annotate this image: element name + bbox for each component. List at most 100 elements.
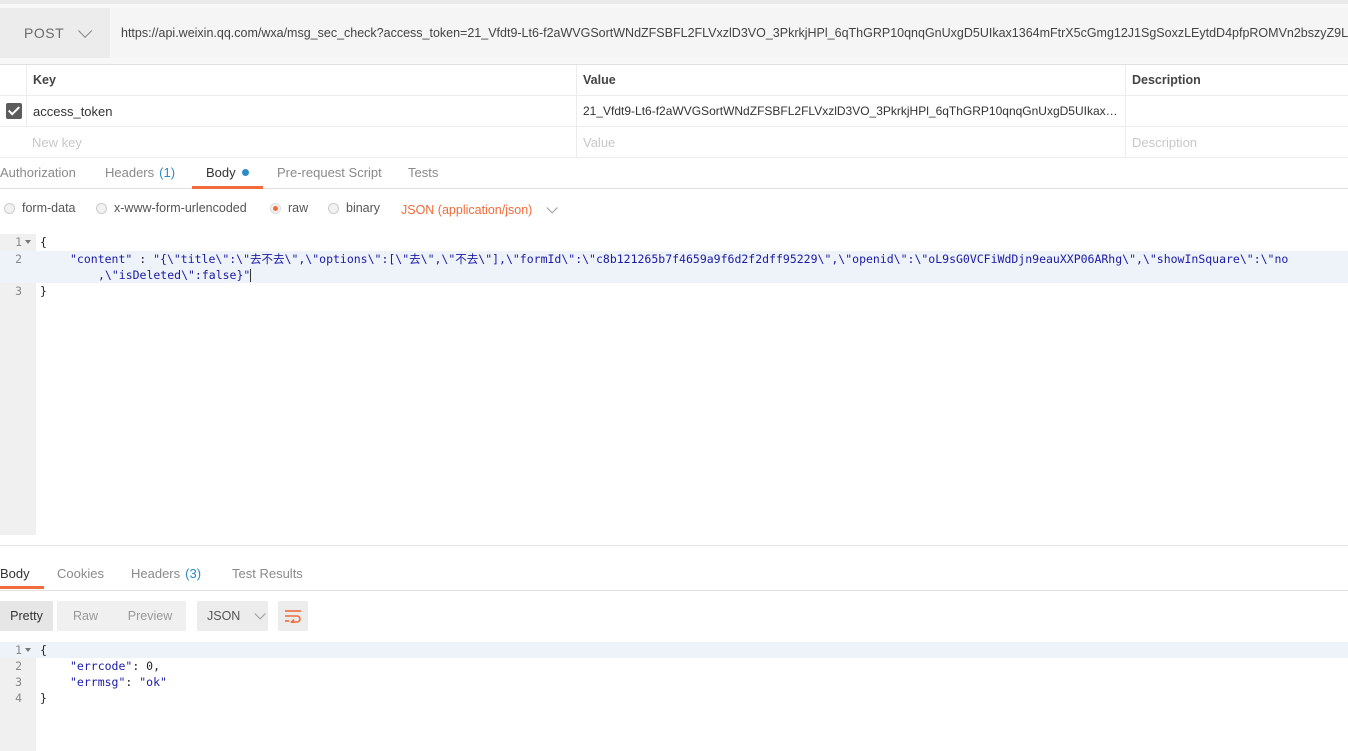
code-text: "errcode": 0, [70, 659, 161, 673]
checkbox-checked-icon[interactable] [6, 103, 22, 119]
tab-authorization-label: Authorization [0, 164, 76, 180]
view-pretty-button[interactable]: Pretty [0, 601, 53, 631]
line-number: 2 [15, 252, 22, 266]
code-text: { [40, 235, 47, 249]
radio-icon [96, 202, 107, 214]
radio-icon [4, 202, 15, 214]
request-body-editor[interactable]: 1 { 2 "content" : "{\"title\":\"去不去\",\"… [0, 234, 1348, 535]
tab-body[interactable]: Body [192, 156, 263, 189]
new-key-input[interactable]: New key [26, 127, 576, 157]
param-key[interactable]: access_token [26, 96, 576, 126]
option-raw[interactable]: raw [270, 196, 308, 220]
option-urlencoded-label: x-www-form-urlencoded [114, 201, 247, 215]
code-text-wrapped: ,\"isDeleted\":false}" [98, 267, 252, 283]
json-key: "errcode" [70, 659, 133, 673]
code-text: } [40, 691, 47, 705]
params-value-header: Value [576, 65, 1125, 95]
param-value[interactable]: 21_Vfdt9-Lt6-f2aWVGSortWNdZFSBFL2FLVxzlD… [576, 96, 1125, 126]
code-line: 3 "errmsg": "ok" [0, 674, 1348, 690]
tab-headers-label: Headers [105, 164, 155, 180]
radio-icon [328, 202, 339, 214]
text-cursor [250, 269, 252, 282]
response-tab-test-results[interactable]: Test Results [232, 558, 303, 588]
wrap-lines-button[interactable] [278, 601, 308, 631]
response-tabs: Body Cookies Headers (3) Test Results [0, 558, 1348, 591]
json-key: "content" [70, 252, 133, 266]
url-bar: POST https://api.weixin.qq.com/wxa/msg_s… [0, 0, 1348, 64]
code-line: 4 } [0, 690, 1348, 706]
param-enable-cell [0, 96, 26, 126]
content-type-select[interactable]: JSON (application/json) [401, 198, 559, 222]
option-form-data-label: form-data [22, 201, 76, 215]
params-row: access_token 21_Vfdt9-Lt6-f2aWVGSortWNdZ… [0, 96, 1348, 127]
line-number: 1 [15, 643, 22, 657]
code-line: 3 } [0, 283, 1348, 299]
json-separator: : [132, 252, 154, 266]
response-body-viewer[interactable]: 1 { 2 "errcode": 0, 3 "errmsg": "ok" 4 } [0, 642, 1348, 751]
radio-selected-icon [270, 202, 281, 214]
view-preview-button[interactable]: Preview [114, 601, 186, 631]
code-line: 1 { [0, 234, 1348, 250]
tab-strip [0, 0, 1348, 4]
params-header-row: Key Value Description [0, 65, 1348, 96]
params-description-header: Description [1125, 65, 1348, 95]
response-tab-headers[interactable]: Headers (3) [131, 558, 201, 588]
chevron-down-icon [78, 23, 93, 38]
response-headers-count: (3) [185, 565, 202, 581]
response-tab-body[interactable]: Body [0, 558, 44, 589]
chevron-down-icon [546, 202, 559, 214]
tab-authorization[interactable]: Authorization [0, 156, 76, 188]
line-number: 1 [15, 235, 22, 249]
param-description[interactable] [1125, 96, 1348, 126]
tab-tests-label: Tests [408, 164, 439, 180]
tab-prerequest-label: Pre-request Script [277, 164, 382, 180]
request-tabs: Authorization Headers (1) Body Pre-reque… [0, 156, 1348, 189]
params-table: Key Value Description access_token 21_Vf… [0, 64, 1348, 158]
response-tab-body-label: Body [0, 565, 30, 581]
new-description-input[interactable]: Description [1125, 127, 1348, 157]
option-form-data[interactable]: form-data [4, 196, 76, 220]
response-tab-headers-label: Headers [131, 565, 181, 581]
json-number: 0 [146, 659, 154, 673]
params-key-header: Key [26, 65, 576, 95]
code-text: } [40, 284, 47, 298]
section-divider [0, 545, 1348, 546]
response-format-select[interactable]: JSON [197, 601, 268, 631]
tab-prerequest-script[interactable]: Pre-request Script [277, 156, 382, 188]
json-string: "ok" [139, 675, 167, 689]
tab-headers[interactable]: Headers (1) [105, 156, 175, 188]
line-number: 3 [15, 675, 22, 689]
json-string: "{\"title\":\"去不去\",\"options\":[\"去\",\… [153, 252, 1289, 266]
url-input[interactable]: https://api.weixin.qq.com/wxa/msg_sec_ch… [111, 8, 1348, 58]
line-number: 3 [15, 284, 22, 298]
code-line-active: 2 "content" : "{\"title\":\"去不去\",\"opti… [0, 251, 1348, 283]
body-type-options: form-data x-www-form-urlencoded raw bina… [0, 196, 1348, 222]
response-toolbar: Pretty Raw Preview JSON [0, 601, 1348, 631]
code-text: { [40, 643, 47, 657]
view-raw-button[interactable]: Raw [57, 601, 114, 631]
json-key: "errmsg" [70, 675, 126, 689]
response-format-label: JSON [207, 609, 241, 623]
modified-dot-icon [241, 168, 249, 176]
response-tab-test-results-label: Test Results [232, 565, 303, 581]
method-select[interactable]: POST [0, 8, 110, 58]
params-new-row: New key Value Description [0, 127, 1348, 158]
method-label: POST [24, 25, 65, 41]
line-number: 4 [15, 691, 22, 705]
line-number: 2 [15, 659, 22, 673]
option-binary[interactable]: binary [328, 196, 380, 220]
content-type-label: JSON (application/json) [401, 203, 533, 217]
response-tab-cookies-label: Cookies [57, 565, 104, 581]
tab-body-label: Body [206, 164, 236, 180]
fold-arrow-icon[interactable] [25, 648, 31, 652]
headers-count: (1) [159, 164, 176, 180]
option-binary-label: binary [346, 201, 381, 215]
response-tab-cookies[interactable]: Cookies [57, 558, 104, 588]
fold-arrow-icon[interactable] [25, 240, 31, 244]
code-line: 2 "errcode": 0, [0, 658, 1348, 674]
option-raw-label: raw [288, 201, 309, 215]
params-check-header [0, 65, 26, 95]
tab-tests[interactable]: Tests [408, 156, 438, 188]
new-value-input[interactable]: Value [576, 127, 1125, 157]
option-urlencoded[interactable]: x-www-form-urlencoded [96, 196, 247, 220]
